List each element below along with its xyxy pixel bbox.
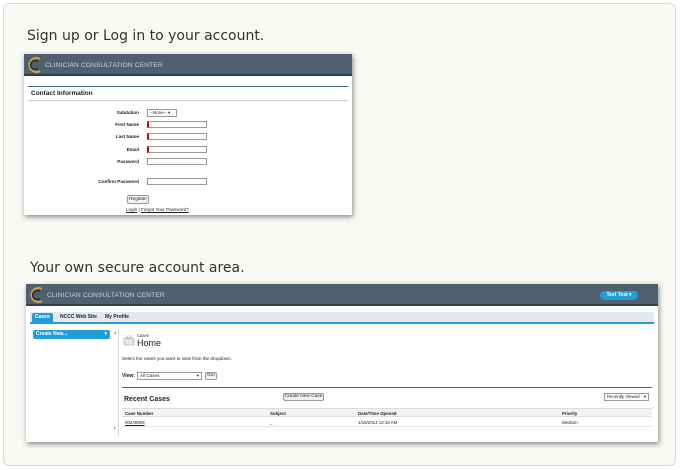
- forgot-password-link[interactable]: Forgot Your Password?: [141, 207, 189, 212]
- signup-heading: Sign up or Log in to your account.: [27, 28, 265, 44]
- column-case-number[interactable]: Case Number: [125, 411, 153, 416]
- tab-cases[interactable]: Cases: [32, 313, 53, 322]
- recent-view-value: Recently Viewed: [607, 394, 640, 399]
- first-name-label: First Name: [115, 122, 139, 127]
- create-new-case-button[interactable]: Create New Case: [283, 393, 324, 401]
- salutation-select[interactable]: --None-- ▾: [147, 109, 177, 117]
- view-select[interactable]: All Cases ▾: [137, 372, 202, 380]
- divider: [28, 100, 348, 101]
- recent-view-select[interactable]: Recently Viewed ▾: [604, 393, 649, 401]
- password-label: Password: [117, 159, 139, 164]
- salutation-value: --None--: [150, 110, 167, 115]
- table-row: 00249909 _ 1/16/2014 12:19 AM Medium: [122, 418, 652, 427]
- chevron-down-icon: ▾: [196, 373, 199, 378]
- chevron-down-icon: ▾: [629, 292, 632, 298]
- divider: [28, 86, 348, 87]
- sidebar-divider: [118, 328, 119, 436]
- form-title: Contact Information: [31, 90, 93, 97]
- first-name-field[interactable]: [147, 121, 207, 128]
- last-name-field[interactable]: [147, 133, 207, 140]
- register-button[interactable]: Register: [127, 195, 149, 204]
- column-subject[interactable]: Subject: [270, 411, 286, 416]
- instruction-text: Select the cases you want to view from t…: [122, 356, 232, 361]
- email-field[interactable]: [147, 146, 207, 153]
- login-links: Login | Forgot Your Password?: [126, 207, 189, 212]
- email-label: Email: [126, 147, 139, 152]
- chevron-down-icon: ▾: [104, 331, 107, 337]
- go-button[interactable]: Go!: [205, 372, 217, 380]
- password-field[interactable]: [147, 158, 207, 165]
- case-number-link[interactable]: 00249909: [125, 420, 145, 425]
- recent-cases-title: Recent Cases: [124, 396, 170, 403]
- column-priority[interactable]: Priority: [562, 411, 577, 416]
- create-new-label: Create New...: [36, 331, 68, 337]
- ccc-logo-icon: [30, 287, 43, 303]
- divider: [122, 387, 652, 388]
- link-separator: |: [138, 207, 140, 212]
- cases-table-header: Case Number Subject Date/Time Opened Pri…: [122, 408, 652, 417]
- content-panel: Sign up or Log in to your account. CLINI…: [3, 3, 676, 466]
- site-banner: CLINICIAN CONSULTATION CENTER: [24, 54, 352, 76]
- tab-my-profile[interactable]: My Profile: [102, 313, 132, 322]
- signup-screenshot: CLINICIAN CONSULTATION CENTER Contact In…: [24, 54, 352, 215]
- account-heading: Your own secure account area.: [30, 260, 245, 276]
- user-menu-button[interactable]: Test Test ▾: [600, 291, 638, 300]
- confirm-password-field[interactable]: [147, 178, 207, 185]
- chevron-down-icon: ▾: [168, 110, 171, 115]
- ccc-logo-icon: [28, 57, 41, 73]
- account-screenshot: CLINICIAN CONSULTATION CENTER Test Test …: [26, 284, 658, 442]
- view-label: View:: [122, 373, 135, 379]
- column-date-opened[interactable]: Date/Time Opened: [358, 411, 396, 416]
- tab-nccc-web-site[interactable]: NCCC Web Site: [57, 313, 100, 322]
- case-subject: _: [270, 420, 273, 425]
- site-banner: CLINICIAN CONSULTATION CENTER Test Test …: [26, 284, 658, 306]
- page-title: Home: [137, 338, 162, 348]
- sidebar-collapse-icon[interactable]: ◂: [114, 330, 116, 335]
- user-menu-label: Test Test: [606, 292, 628, 298]
- case-priority: Medium: [562, 420, 578, 425]
- tab-bar: Cases NCCC Web Site My Profile: [30, 312, 654, 324]
- create-new-button[interactable]: Create New... ▾: [33, 330, 110, 339]
- confirm-password-label: Confirm Password: [98, 179, 139, 184]
- view-value: All Cases: [140, 373, 160, 378]
- cases-icon: [123, 335, 135, 346]
- brand-name: CLINICIAN CONSULTATION CENTER: [47, 292, 165, 299]
- login-link[interactable]: Login: [126, 207, 137, 212]
- case-date-opened: 1/16/2014 12:19 AM: [358, 420, 398, 425]
- last-name-label: Last Name: [115, 134, 139, 139]
- sidebar-expand-icon[interactable]: ▸: [114, 425, 116, 430]
- brand-name: CLINICIAN CONSULTATION CENTER: [45, 62, 163, 69]
- chevron-down-icon: ▾: [643, 394, 646, 399]
- salutation-label: Salutation: [116, 110, 139, 115]
